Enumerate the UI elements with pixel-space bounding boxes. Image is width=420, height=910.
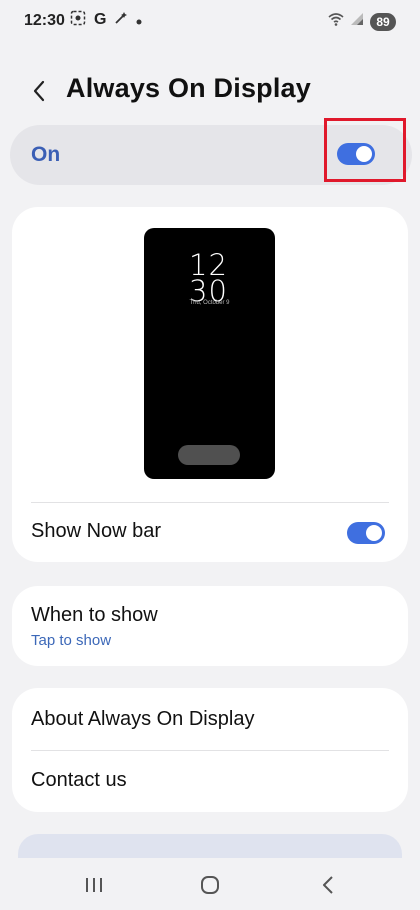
contact-us-row[interactable]: Contact us bbox=[12, 751, 408, 812]
signal-icon bbox=[350, 12, 364, 31]
system-icons: 89 bbox=[328, 12, 396, 31]
status-bar: 12:30 G 89 bbox=[0, 0, 420, 44]
contact-us-label: Contact us bbox=[31, 769, 127, 791]
preview-card: 12 30 Thu, October 9 Show Now bar bbox=[12, 207, 408, 562]
toggle-knob bbox=[366, 525, 382, 541]
now-bar-preview bbox=[178, 445, 240, 465]
wifi-icon bbox=[328, 12, 344, 31]
highlight-box bbox=[324, 118, 406, 182]
when-to-show-subtitle: Tap to show bbox=[31, 632, 112, 649]
status-time: 12:30 bbox=[24, 12, 65, 29]
preview-date: Thu, October 9 bbox=[189, 300, 230, 306]
when-to-show-row[interactable]: When to show Tap to show bbox=[12, 586, 408, 666]
google-icon: G bbox=[94, 10, 107, 28]
show-now-bar-row[interactable]: Show Now bar bbox=[12, 503, 408, 561]
screenshot-icon bbox=[70, 10, 86, 29]
page-title: Always On Display bbox=[66, 73, 311, 103]
magic-wand-icon bbox=[114, 11, 128, 28]
about-card: About Always On Display Contact us bbox=[12, 688, 408, 812]
about-aod-row[interactable]: About Always On Display bbox=[12, 688, 408, 750]
home-icon[interactable] bbox=[192, 872, 228, 898]
master-switch-label: On bbox=[31, 143, 61, 166]
app-bar: Always On Display bbox=[0, 66, 420, 114]
navigation-bar bbox=[0, 858, 420, 910]
show-now-bar-label: Show Now bar bbox=[31, 520, 162, 542]
dot-icon bbox=[136, 12, 142, 28]
now-bar-toggle-switch[interactable] bbox=[347, 522, 385, 544]
battery-icon: 89 bbox=[370, 12, 396, 31]
aod-preview[interactable]: 12 30 Thu, October 9 bbox=[144, 228, 275, 479]
when-to-show-title: When to show bbox=[31, 604, 158, 626]
back-arrow-icon[interactable] bbox=[24, 76, 54, 106]
about-aod-label: About Always On Display bbox=[31, 708, 255, 730]
back-icon[interactable] bbox=[310, 872, 346, 898]
recents-icon[interactable] bbox=[76, 872, 112, 898]
notification-icons: G bbox=[70, 10, 142, 29]
